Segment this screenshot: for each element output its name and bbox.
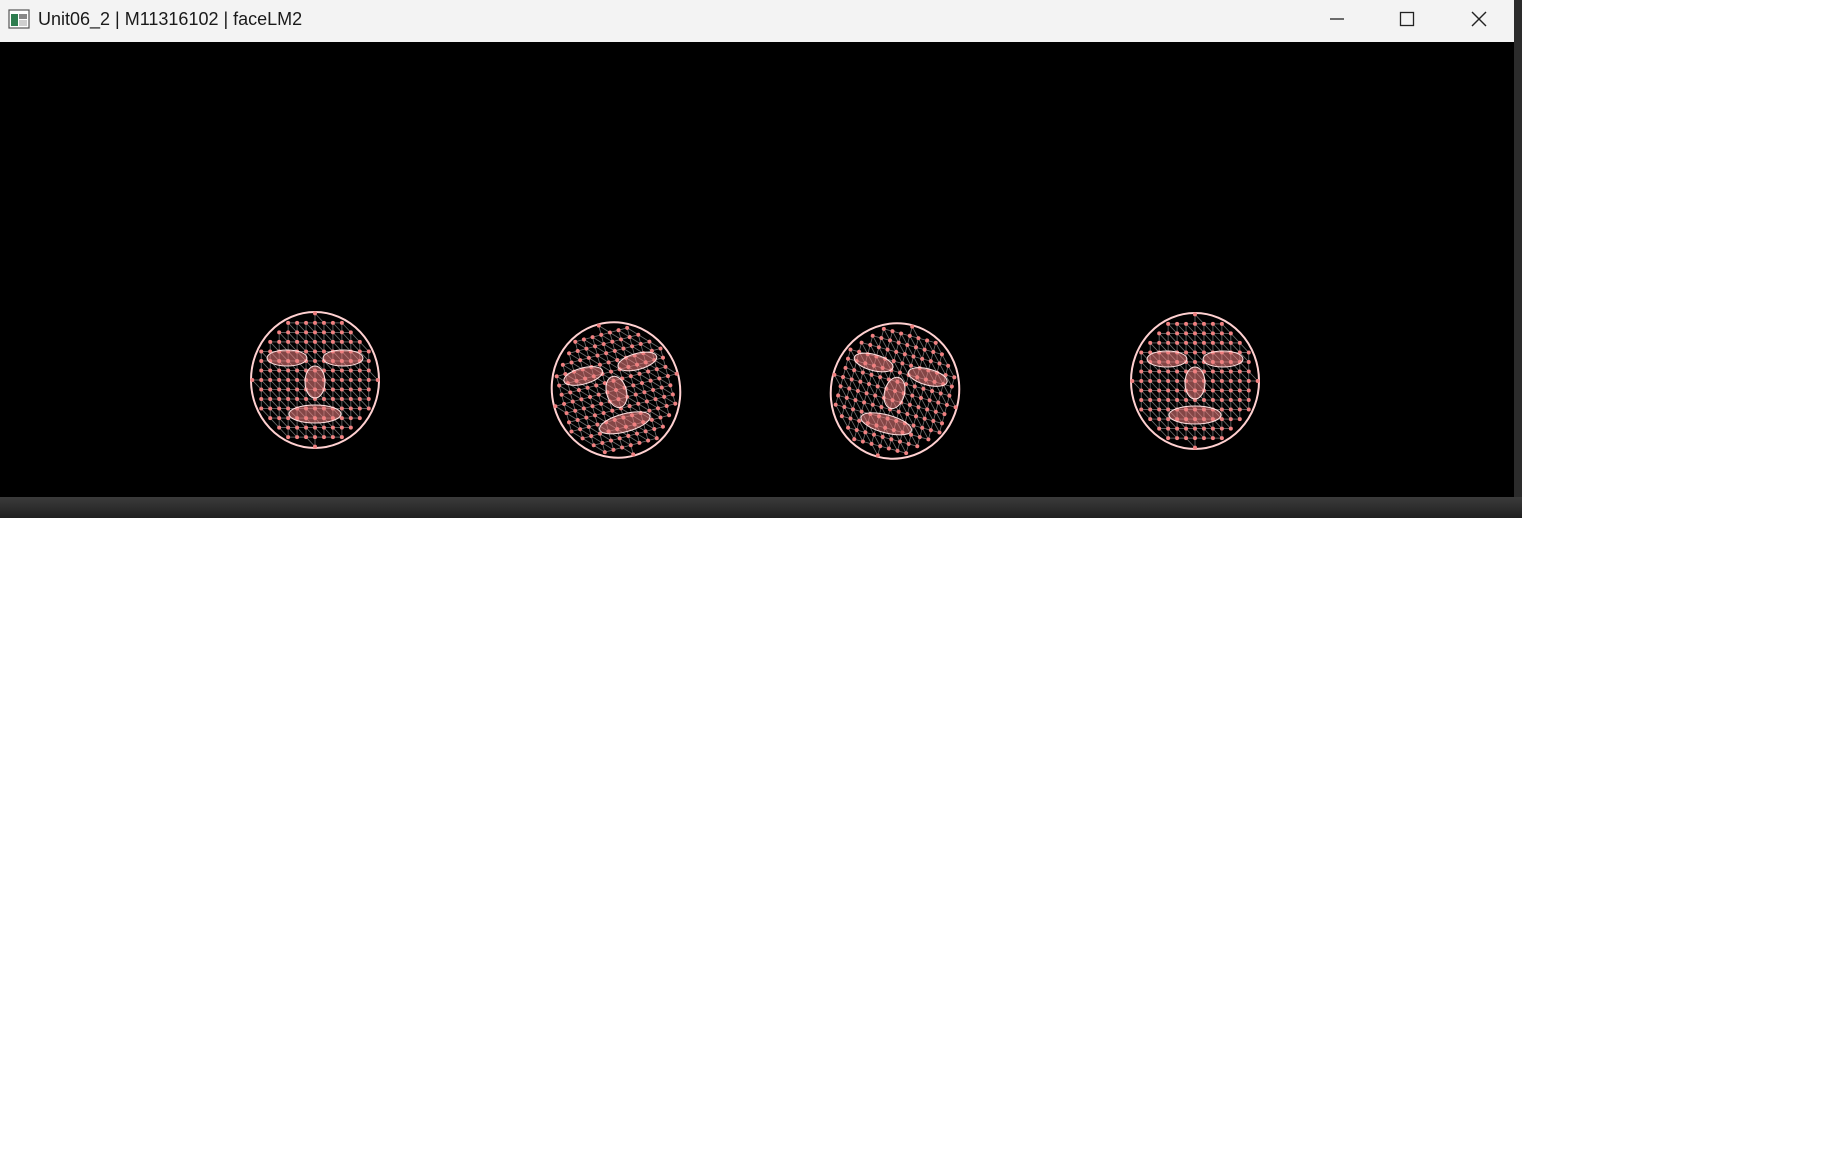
minimize-icon — [1330, 18, 1344, 20]
title-bar[interactable]: Unit06_2 | M11316102 | faceLM2 — [0, 0, 1514, 42]
window-title: Unit06_2 | M11316102 | faceLM2 — [38, 9, 303, 29]
maximize-icon — [1399, 11, 1415, 27]
app-window-icon — [8, 9, 30, 29]
face-mesh-1 — [250, 311, 380, 449]
app-window: Unit06_2 | M11316102 | faceLM2 — [0, 0, 1514, 497]
render-canvas — [0, 42, 1514, 497]
close-button[interactable] — [1444, 0, 1514, 38]
window-frame-edge — [1514, 0, 1522, 518]
close-icon — [1471, 11, 1487, 27]
face-mesh-view — [250, 311, 1260, 460]
face-mesh-3 — [829, 322, 961, 460]
minimize-button[interactable] — [1302, 0, 1372, 38]
face-mesh-2 — [550, 321, 682, 459]
maximize-button[interactable] — [1372, 0, 1442, 38]
window-frame-bottom — [0, 497, 1522, 518]
face-mesh-4 — [1130, 312, 1260, 450]
